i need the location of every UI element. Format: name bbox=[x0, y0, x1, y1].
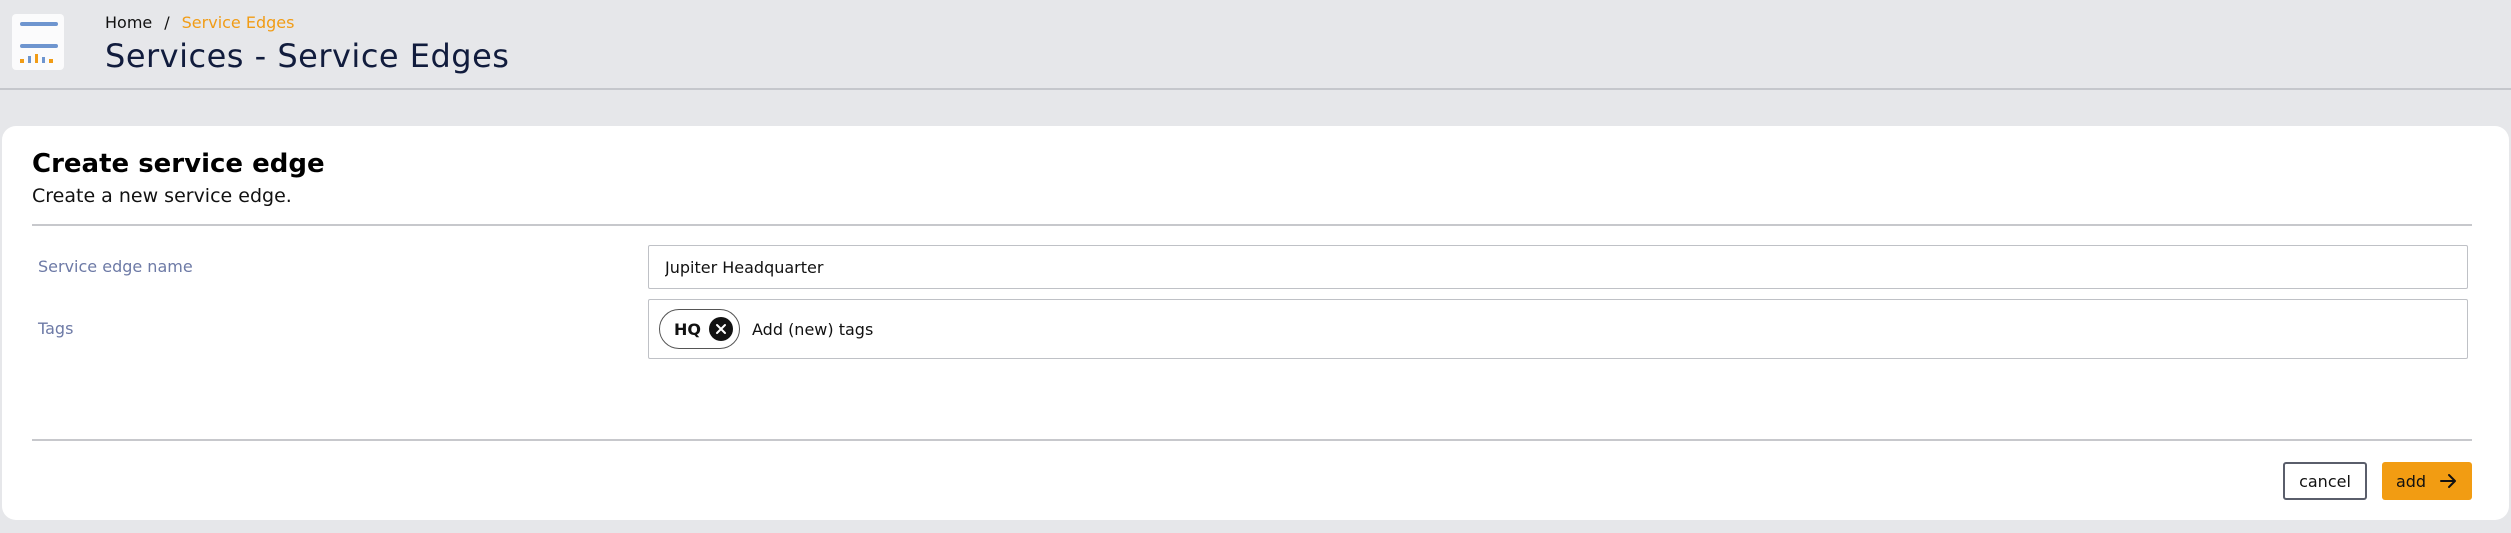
breadcrumb: Home / Service Edges bbox=[105, 14, 294, 32]
tags-field[interactable]: HQ bbox=[648, 299, 2468, 359]
add-button-label: add bbox=[2395, 471, 2427, 491]
breadcrumb-separator: / bbox=[164, 13, 170, 32]
form-divider-bottom bbox=[32, 439, 2472, 441]
arrow-right-icon bbox=[2440, 473, 2458, 489]
form-title: Create service edge bbox=[32, 149, 325, 179]
service-edge-name-input[interactable] bbox=[648, 245, 2468, 289]
cancel-button-label: cancel bbox=[2299, 471, 2351, 491]
form-divider-top bbox=[32, 224, 2472, 226]
breadcrumb-current: Service Edges bbox=[181, 13, 295, 32]
page-header: Home / Service Edges Services - Service … bbox=[0, 0, 2511, 90]
breadcrumb-home[interactable]: Home bbox=[105, 14, 152, 32]
cancel-button[interactable]: cancel bbox=[2283, 462, 2367, 500]
page-title: Services - Service Edges bbox=[105, 37, 510, 75]
close-circle-icon[interactable] bbox=[709, 317, 733, 341]
add-button[interactable]: add bbox=[2382, 462, 2472, 500]
tag-chip-label: HQ bbox=[674, 319, 701, 339]
service-edge-name-label: Service edge name bbox=[38, 257, 193, 276]
tags-label: Tags bbox=[38, 319, 74, 338]
tag-chip: HQ bbox=[659, 309, 740, 349]
service-edges-logo-icon bbox=[12, 14, 64, 70]
create-service-edge-card: Create service edge Create a new service… bbox=[2, 126, 2509, 520]
form-subtitle: Create a new service edge. bbox=[32, 185, 292, 207]
tags-input[interactable] bbox=[752, 319, 1152, 339]
